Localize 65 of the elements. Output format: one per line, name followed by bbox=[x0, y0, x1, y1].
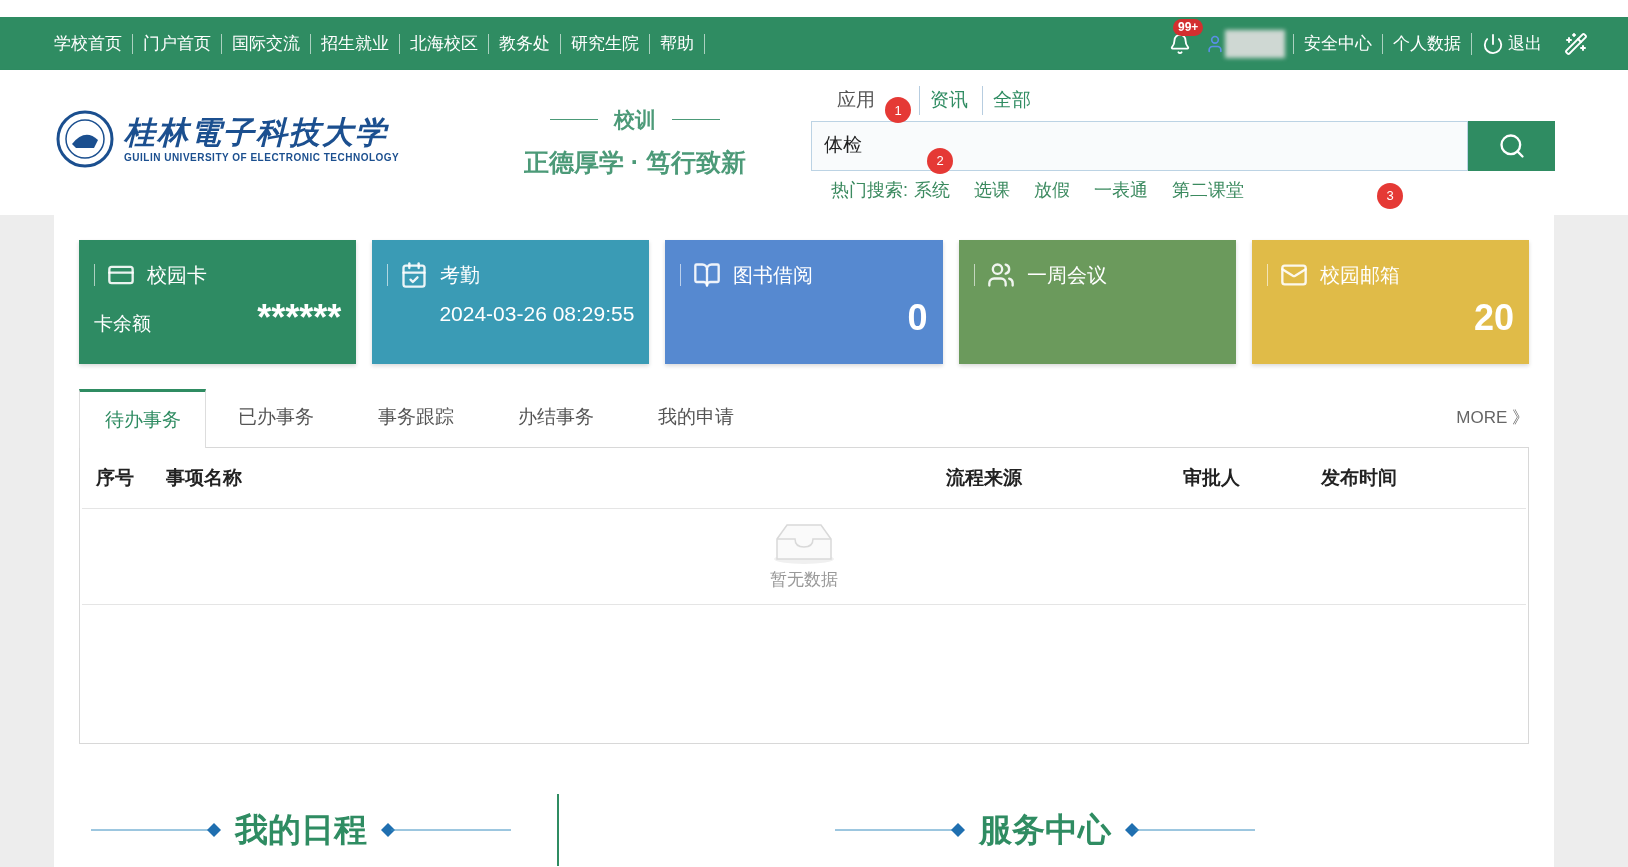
notification-badge: 99+ bbox=[1173, 18, 1204, 36]
section-heading: 我的日程 bbox=[233, 810, 368, 851]
search-category-tab[interactable]: 应用 bbox=[827, 86, 885, 115]
more-link[interactable]: MORE 》 bbox=[1456, 404, 1529, 431]
card-label: 卡余额 bbox=[94, 311, 151, 336]
bell-icon[interactable] bbox=[1169, 32, 1191, 55]
hot-search-link[interactable]: 放假 bbox=[1034, 176, 1070, 204]
card-title: 考勤 bbox=[440, 263, 481, 288]
hot-search-link[interactable]: 系统 bbox=[914, 176, 950, 204]
card-value: 0 bbox=[907, 298, 928, 338]
task-tab[interactable]: 已办事务 bbox=[206, 388, 346, 447]
nav-link[interactable]: 教务处 bbox=[489, 33, 561, 54]
blurred-username bbox=[1225, 29, 1285, 58]
user-link[interactable]: 个人数据 bbox=[1382, 33, 1471, 54]
task-tab[interactable]: 办结事务 bbox=[486, 388, 626, 447]
hot-search-link[interactable]: 一表通 bbox=[1094, 176, 1148, 204]
user-link[interactable]: 安全中心 bbox=[1293, 33, 1382, 54]
user-link[interactable]: 退出 bbox=[1471, 32, 1552, 55]
nav-link[interactable]: 国际交流 bbox=[222, 33, 311, 54]
card-title: 校园卡 bbox=[147, 263, 207, 288]
hot-search-link[interactable]: 选课 bbox=[974, 176, 1010, 204]
search-category-tab[interactable]: 资讯 bbox=[919, 86, 978, 115]
hot-search-link[interactable]: 第二课堂 bbox=[1172, 176, 1244, 204]
column-header: 流程来源 bbox=[946, 465, 1023, 490]
empty-text: 暂无数据 bbox=[770, 568, 838, 591]
university-seal-icon bbox=[56, 110, 114, 168]
column-header: 审批人 bbox=[1183, 465, 1241, 490]
annotation-marker: 1 bbox=[885, 97, 911, 124]
nav-link[interactable]: 帮助 bbox=[650, 33, 705, 54]
column-header: 序号 bbox=[96, 465, 135, 490]
annotation-marker: 3 bbox=[1377, 183, 1403, 209]
summary-card[interactable]: 考勤 2024-03-26 08:29:55 bbox=[372, 240, 650, 364]
magic-wand-icon[interactable] bbox=[1564, 31, 1588, 56]
card-value: ****** bbox=[257, 298, 342, 338]
summary-card[interactable]: 一周会议 bbox=[958, 240, 1236, 364]
calendar-icon bbox=[400, 261, 429, 289]
university-english-name: GUILIN UNIVERSITY OF ELECTRONIC TECHNOLOGY bbox=[124, 150, 400, 165]
nav-link[interactable]: 招生就业 bbox=[311, 33, 400, 54]
nav-link[interactable]: 学校首页 bbox=[44, 33, 133, 54]
card-value: 20 bbox=[1473, 298, 1514, 338]
card-title: 一周会议 bbox=[1026, 263, 1107, 288]
column-header: 发布时间 bbox=[1321, 465, 1397, 490]
people-icon bbox=[986, 261, 1015, 289]
book-icon bbox=[693, 261, 722, 289]
power-icon bbox=[1482, 32, 1504, 55]
summary-card[interactable]: 图书借阅 0 bbox=[665, 240, 943, 364]
nav-link[interactable]: 北海校区 bbox=[400, 33, 489, 54]
task-tab[interactable]: 待办事务 bbox=[79, 389, 206, 448]
search-button[interactable] bbox=[1468, 120, 1555, 171]
section-heading: 服务中心 bbox=[977, 810, 1113, 851]
motto-title: 校训 bbox=[614, 107, 656, 133]
card-title: 校园邮箱 bbox=[1319, 263, 1400, 288]
card-title: 图书借阅 bbox=[733, 263, 814, 288]
hot-search-label: 热门搜索: bbox=[831, 178, 908, 202]
column-header: 事项名称 bbox=[166, 465, 243, 490]
school-motto: 正德厚学 · 笃行致新 bbox=[523, 146, 747, 178]
nav-link[interactable]: 门户首页 bbox=[133, 33, 222, 54]
task-tab[interactable]: 我的申请 bbox=[626, 388, 766, 447]
search-category-tab[interactable]: 全部 bbox=[982, 86, 1041, 115]
nav-link[interactable]: 研究生院 bbox=[561, 33, 650, 54]
card-value: 2024-03-26 08:29:55 bbox=[439, 301, 635, 327]
task-tab[interactable]: 事务跟踪 bbox=[346, 388, 486, 447]
summary-card[interactable]: 校园卡 卡余额 ****** bbox=[79, 240, 357, 364]
university-name: 桂林電子科技大学 bbox=[124, 113, 390, 150]
search-icon bbox=[1497, 131, 1526, 160]
